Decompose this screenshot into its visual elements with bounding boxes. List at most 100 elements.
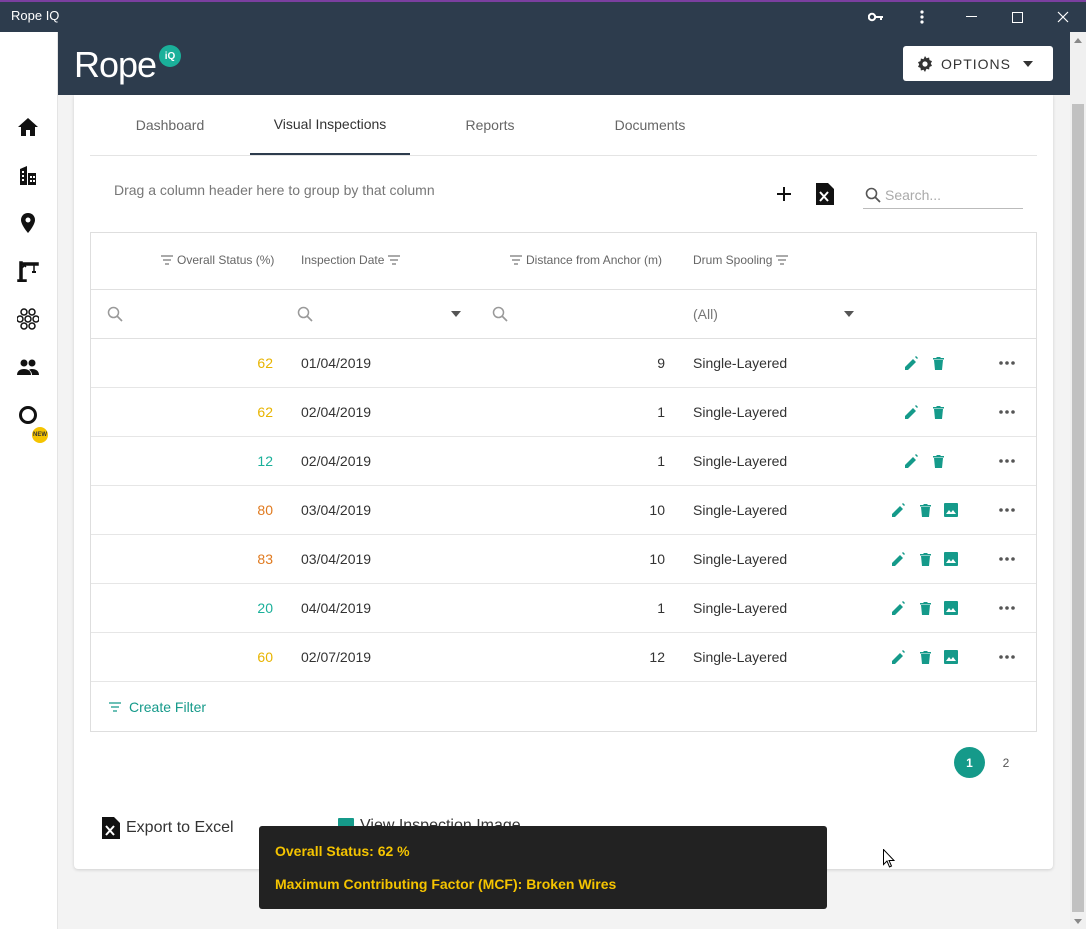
image-icon[interactable] — [942, 550, 960, 568]
more-options-icon[interactable] — [995, 550, 1019, 568]
edit-icon[interactable] — [890, 501, 908, 519]
edit-icon[interactable] — [890, 648, 908, 666]
date-value: 03/04/2019 — [301, 551, 372, 567]
building-icon[interactable] — [16, 163, 40, 187]
export-to-excel-label: Export to Excel — [126, 819, 234, 836]
add-icon[interactable] — [772, 182, 796, 206]
image-icon[interactable] — [942, 599, 960, 617]
more-options-icon[interactable] — [995, 452, 1019, 470]
excel-export-icon[interactable] — [813, 181, 837, 207]
drum-value: Single-Layered — [693, 502, 788, 518]
table-row[interactable]: 83 03/04/2019 10 Single-Layered — [91, 535, 1036, 584]
gear-icon — [917, 55, 933, 72]
location-pin-icon[interactable] — [16, 211, 40, 235]
column-header-overall-status[interactable]: Overall Status (%) — [161, 253, 274, 267]
search-icon — [865, 187, 881, 203]
filter-status-search-icon[interactable] — [107, 306, 123, 322]
group-panel-hint: Drag a column header here to group by th… — [114, 182, 435, 198]
filter-date-caret-icon[interactable] — [451, 311, 461, 317]
new-badge: NEW — [32, 427, 48, 443]
date-value: 02/04/2019 — [301, 404, 372, 420]
filter-date-search-icon[interactable] — [297, 306, 313, 322]
distance-value: 12 — [649, 649, 665, 665]
search-field[interactable] — [863, 181, 1023, 209]
delete-icon[interactable] — [916, 550, 934, 568]
filter-icon[interactable] — [388, 255, 401, 265]
options-button[interactable]: OPTIONS — [903, 46, 1053, 81]
scroll-up-icon[interactable] — [1070, 32, 1086, 48]
tab-visual-inspections[interactable]: Visual Inspections — [250, 95, 410, 155]
window-title-bar: Rope IQ — [0, 0, 1086, 32]
delete-icon[interactable] — [929, 403, 947, 421]
edit-icon[interactable] — [903, 452, 921, 470]
maximize-icon[interactable] — [994, 2, 1040, 32]
edit-icon[interactable] — [890, 599, 908, 617]
status-value[interactable]: 62 — [91, 404, 273, 420]
column-label: Distance from Anchor (m) — [526, 253, 663, 267]
status-value[interactable]: 80 — [91, 502, 273, 518]
more-options-icon[interactable] — [995, 501, 1019, 519]
kebab-menu-icon[interactable] — [899, 2, 945, 32]
status-value[interactable]: 20 — [91, 600, 273, 616]
filter-icon[interactable] — [776, 255, 789, 265]
edit-icon[interactable] — [903, 403, 921, 421]
column-header-inspection-date[interactable]: Inspection Date — [301, 253, 401, 267]
filter-icon[interactable] — [161, 255, 173, 265]
delete-icon[interactable] — [929, 354, 947, 372]
delete-icon[interactable] — [916, 648, 934, 666]
edit-icon[interactable] — [903, 354, 921, 372]
logo-badge: iQ — [159, 45, 181, 67]
filter-drum-select[interactable]: (All) — [693, 306, 718, 322]
more-options-icon[interactable] — [995, 599, 1019, 617]
tab-documents[interactable]: Documents — [570, 95, 730, 155]
app-header: Rope iQ OPTIONS — [58, 32, 1070, 95]
more-options-icon[interactable] — [995, 648, 1019, 666]
more-options-icon[interactable] — [995, 354, 1019, 372]
status-value[interactable]: 12 — [91, 453, 273, 469]
page-1-button[interactable]: 1 — [954, 747, 985, 778]
close-icon[interactable] — [1040, 2, 1086, 32]
delete-icon[interactable] — [916, 599, 934, 617]
filter-drum-caret-icon[interactable] — [844, 311, 854, 317]
table-row[interactable]: 20 04/04/2019 1 Single-Layered — [91, 584, 1036, 633]
more-options-icon[interactable] — [995, 403, 1019, 421]
key-icon[interactable] — [853, 2, 899, 32]
home-icon[interactable] — [16, 115, 40, 139]
tab-reports[interactable]: Reports — [410, 95, 570, 155]
tab-dashboard[interactable]: Dashboard — [90, 95, 250, 155]
rope-strands-icon[interactable] — [16, 307, 40, 331]
page-2-button[interactable]: 2 — [996, 747, 1016, 778]
filter-icon[interactable] — [510, 255, 522, 265]
column-header-drum-spooling[interactable]: Drum Spooling — [693, 253, 789, 267]
image-icon[interactable] — [942, 648, 960, 666]
table-row[interactable]: 12 02/04/2019 1 Single-Layered — [91, 437, 1036, 486]
table-row[interactable]: 62 02/04/2019 1 Single-Layered — [91, 388, 1036, 437]
column-header-distance[interactable]: Distance from Anchor (m) — [510, 253, 662, 267]
logo: Rope — [74, 44, 157, 85]
date-value: 04/04/2019 — [301, 600, 372, 616]
create-filter-button[interactable]: Create Filter — [109, 699, 206, 715]
status-value[interactable]: 83 — [91, 551, 273, 567]
delete-icon[interactable] — [929, 452, 947, 470]
scroll-down-icon[interactable] — [1070, 913, 1086, 929]
export-to-excel-button[interactable]: Export to Excel — [102, 817, 234, 839]
ring-icon[interactable] — [16, 403, 40, 427]
scrollbar-thumb[interactable] — [1072, 104, 1084, 912]
table-row[interactable]: 62 01/04/2019 9 Single-Layered — [91, 339, 1036, 388]
drum-value: Single-Layered — [693, 600, 788, 616]
minimize-icon[interactable] — [948, 2, 994, 32]
people-icon[interactable] — [16, 355, 40, 379]
filter-distance-search-icon[interactable] — [492, 306, 508, 322]
table-row[interactable]: 60 02/07/2019 12 Single-Layered — [91, 633, 1036, 682]
vertical-scrollbar[interactable] — [1070, 32, 1086, 929]
image-icon[interactable] — [942, 501, 960, 519]
status-value[interactable]: 62 — [91, 355, 273, 371]
caret-down-icon — [1023, 60, 1034, 67]
table-row[interactable]: 80 03/04/2019 10 Single-Layered — [91, 486, 1036, 535]
search-input[interactable] — [885, 186, 1015, 203]
edit-icon[interactable] — [890, 550, 908, 568]
delete-icon[interactable] — [916, 501, 934, 519]
column-label: Overall Status (%) — [177, 253, 275, 267]
crane-icon[interactable] — [16, 259, 40, 283]
status-value[interactable]: 60 — [91, 649, 273, 665]
